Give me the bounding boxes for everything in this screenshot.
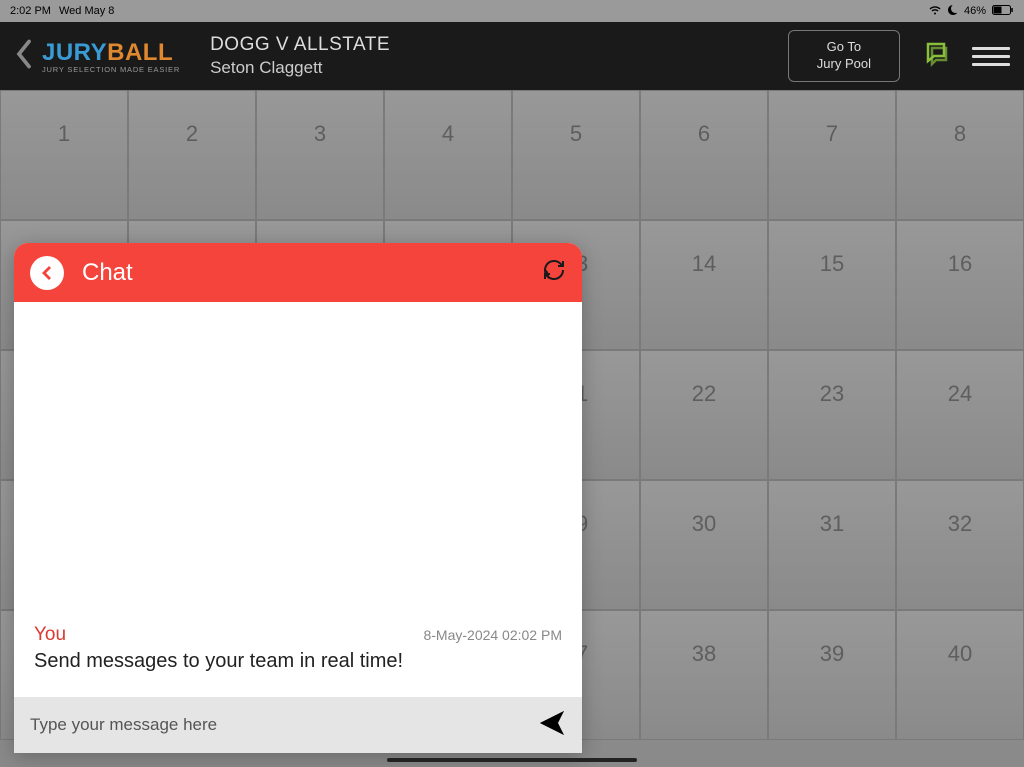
chat-panel: Chat You 8-May-2024 02:02 PM Send messag…: [14, 243, 582, 753]
status-date: Wed May 8: [59, 5, 114, 17]
juror-cell[interactable]: 16: [896, 220, 1024, 350]
juror-cell[interactable]: 31: [768, 480, 896, 610]
chat-header: Chat: [14, 243, 582, 302]
moon-icon: [948, 5, 958, 18]
juror-cell[interactable]: 7: [768, 90, 896, 220]
chat-toggle-icon[interactable]: [922, 40, 950, 73]
juror-cell[interactable]: 38: [640, 610, 768, 740]
battery-icon: [992, 5, 1014, 18]
juror-cell[interactable]: 1: [0, 90, 128, 220]
juror-cell[interactable]: 39: [768, 610, 896, 740]
message-text: Send messages to your team in real time!: [34, 650, 562, 673]
juror-cell[interactable]: 23: [768, 350, 896, 480]
logo-part1: JURY: [42, 39, 107, 66]
home-indicator[interactable]: [387, 758, 637, 762]
logo: JURYBALL JURY SELECTION MADE EASIER: [42, 39, 180, 74]
status-time: 2:02 PM: [10, 5, 51, 17]
juror-cell[interactable]: 5: [512, 90, 640, 220]
battery-percent: 46%: [964, 5, 986, 17]
app-header: JURYBALL JURY SELECTION MADE EASIER DOGG…: [0, 22, 1024, 90]
message-timestamp: 8-May-2024 02:02 PM: [423, 627, 562, 643]
juror-cell[interactable]: 4: [384, 90, 512, 220]
juror-cell[interactable]: 2: [128, 90, 256, 220]
chat-body: You 8-May-2024 02:02 PM Send messages to…: [14, 302, 582, 697]
goto-line2: Jury Pool: [817, 56, 871, 73]
juror-cell[interactable]: 40: [896, 610, 1024, 740]
juror-cell[interactable]: 32: [896, 480, 1024, 610]
refresh-icon[interactable]: [542, 258, 566, 287]
send-icon[interactable]: [538, 709, 566, 742]
juror-cell[interactable]: 8: [896, 90, 1024, 220]
chat-title: Chat: [82, 259, 542, 287]
goto-jury-pool-button[interactable]: Go To Jury Pool: [788, 30, 900, 82]
chat-back-button[interactable]: [30, 256, 64, 290]
logo-part2: BALL: [107, 39, 173, 66]
logo-tagline: JURY SELECTION MADE EASIER: [42, 65, 180, 74]
goto-line1: Go To: [817, 39, 871, 56]
juror-cell[interactable]: 3: [256, 90, 384, 220]
message-sender: You: [34, 624, 66, 646]
chat-input-bar: [14, 697, 582, 753]
menu-button[interactable]: [972, 43, 1010, 70]
juror-cell[interactable]: 22: [640, 350, 768, 480]
juror-cell[interactable]: 6: [640, 90, 768, 220]
juror-cell[interactable]: 30: [640, 480, 768, 610]
case-info: DOGG V ALLSTATE Seton Claggett: [210, 34, 788, 78]
case-title: DOGG V ALLSTATE: [210, 34, 788, 56]
juror-cell[interactable]: 14: [640, 220, 768, 350]
back-button[interactable]: [14, 39, 42, 74]
wifi-icon: [928, 5, 942, 18]
case-subtitle: Seton Claggett: [210, 58, 788, 78]
status-bar: 2:02 PM Wed May 8 46%: [0, 0, 1024, 22]
message-input[interactable]: [30, 715, 538, 735]
juror-cell[interactable]: 24: [896, 350, 1024, 480]
juror-cell[interactable]: 15: [768, 220, 896, 350]
